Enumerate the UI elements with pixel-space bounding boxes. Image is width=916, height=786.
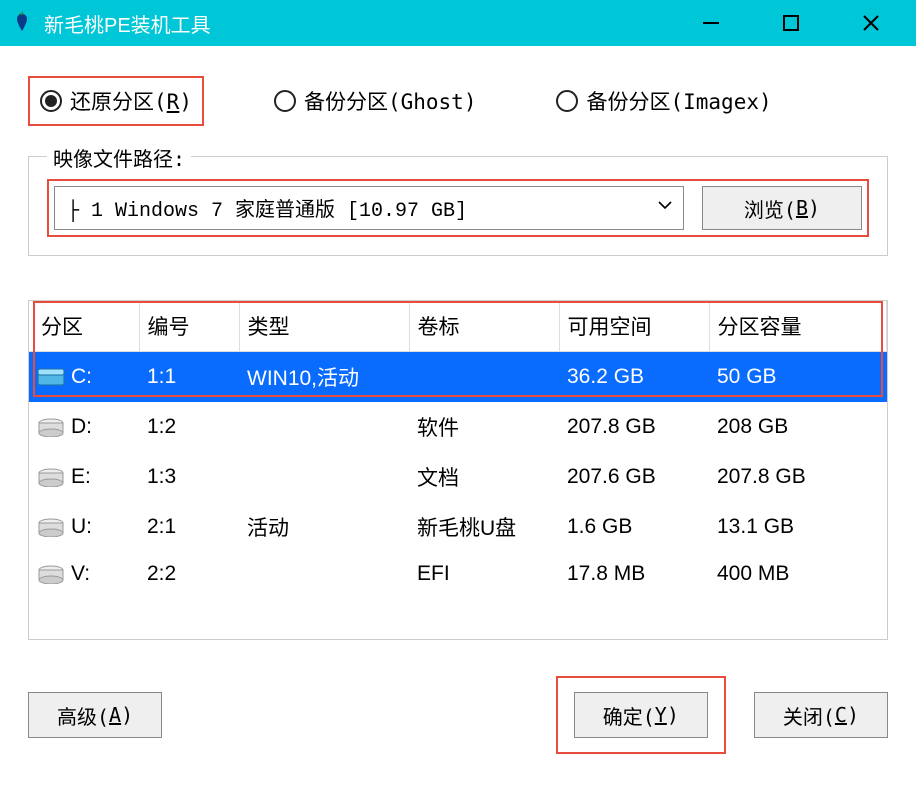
cell-label: 新毛桃U盘 <box>409 502 559 552</box>
table-header-row: 分区 编号 类型 卷标 可用空间 分区容量 <box>29 301 887 352</box>
titlebar: 新毛桃PE装机工具 <box>0 0 916 46</box>
partition-table-wrap: 分区 编号 类型 卷标 可用空间 分区容量 C: 1:1WIN10,活动 36.2 … <box>28 300 888 640</box>
window-title: 新毛桃PE装机工具 <box>44 9 696 38</box>
cell-capacity: 400 MB <box>709 552 887 596</box>
drive-letter: U: <box>71 515 92 539</box>
button-row: 高级(A) 确定(Y) 关闭(C) <box>28 676 888 754</box>
col-capacity[interactable]: 分区容量 <box>709 301 887 352</box>
cell-index: 1:2 <box>139 402 239 452</box>
cell-type: 活动 <box>239 502 409 552</box>
cell-capacity: 207.8 GB <box>709 452 887 502</box>
cell-index: 2:2 <box>139 552 239 596</box>
cell-free: 36.2 GB <box>559 352 709 403</box>
col-free[interactable]: 可用空间 <box>559 301 709 352</box>
table-row[interactable]: D: 1:2 软件207.8 GB208 GB <box>29 402 887 452</box>
cell-index: 2:1 <box>139 502 239 552</box>
browse-button[interactable]: 浏览(B) <box>702 186 862 230</box>
chevron-down-icon <box>657 197 673 219</box>
cell-type <box>239 552 409 596</box>
table-row[interactable]: C: 1:1WIN10,活动 36.2 GB50 GB <box>29 352 887 403</box>
col-partition[interactable]: 分区 <box>29 301 139 352</box>
radio-checked-icon <box>40 90 62 112</box>
cell-free: 1.6 GB <box>559 502 709 552</box>
cell-index: 1:1 <box>139 352 239 403</box>
col-label[interactable]: 卷标 <box>409 301 559 352</box>
minimize-button[interactable] <box>696 8 726 38</box>
cell-free: 207.6 GB <box>559 452 709 502</box>
table-row[interactable]: E: 1:3 文档207.6 GB207.8 GB <box>29 452 887 502</box>
radio-backup-ghost[interactable]: 备份分区(Ghost) <box>264 78 487 124</box>
cell-capacity: 208 GB <box>709 402 887 452</box>
radio-unchecked-icon <box>274 90 296 112</box>
drive-icon <box>37 467 65 487</box>
drive-letter: E: <box>71 465 91 489</box>
cell-index: 1:3 <box>139 452 239 502</box>
drive-letter: D: <box>71 415 92 439</box>
app-window: 新毛桃PE装机工具 还原分区(R) 备份分区(Ghost) <box>0 0 916 786</box>
table-row[interactable]: V: 2:2 EFI17.8 MB400 MB <box>29 552 887 596</box>
image-path-fieldset: 映像文件路径: ├ 1 Windows 7 家庭普通版 [10.97 GB] 浏… <box>28 156 888 256</box>
drive-icon <box>37 517 65 537</box>
close-app-button[interactable]: 关闭(C) <box>754 692 888 738</box>
cell-capacity: 13.1 GB <box>709 502 887 552</box>
radio-restore-partition[interactable]: 还原分区(R) <box>28 76 204 126</box>
drive-icon <box>37 417 65 437</box>
image-path-value: ├ 1 Windows 7 家庭普通版 [10.97 GB] <box>67 193 467 223</box>
cell-type <box>239 452 409 502</box>
app-logo-icon <box>10 11 34 35</box>
advanced-button[interactable]: 高级(A) <box>28 692 162 738</box>
drive-icon <box>37 564 65 584</box>
cell-type <box>239 402 409 452</box>
cell-free: 17.8 MB <box>559 552 709 596</box>
cell-label: EFI <box>409 552 559 596</box>
image-path-legend: 映像文件路径: <box>47 143 191 172</box>
cell-label <box>409 352 559 403</box>
cell-capacity: 50 GB <box>709 352 887 403</box>
cell-type: WIN10,活动 <box>239 352 409 403</box>
radio-unchecked-icon <box>556 90 578 112</box>
mode-radio-group: 还原分区(R) 备份分区(Ghost) 备份分区(Imagex) <box>28 76 888 126</box>
drive-letter: C: <box>71 365 92 389</box>
image-path-combobox[interactable]: ├ 1 Windows 7 家庭普通版 [10.97 GB] <box>54 186 684 230</box>
drive-icon <box>37 367 65 387</box>
partition-table: 分区 编号 类型 卷标 可用空间 分区容量 C: 1:1WIN10,活动 36.2 … <box>29 301 887 596</box>
drive-letter: V: <box>71 562 90 586</box>
ok-button[interactable]: 确定(Y) <box>574 692 708 738</box>
radio-backup-imagex[interactable]: 备份分区(Imagex) <box>546 78 781 124</box>
col-index[interactable]: 编号 <box>139 301 239 352</box>
cell-label: 文档 <box>409 452 559 502</box>
highlight-box: 确定(Y) <box>556 676 726 754</box>
col-type[interactable]: 类型 <box>239 301 409 352</box>
content-area: 还原分区(R) 备份分区(Ghost) 备份分区(Imagex) 映像文件路径:… <box>0 46 916 786</box>
cell-label: 软件 <box>409 402 559 452</box>
maximize-button[interactable] <box>776 8 806 38</box>
table-row[interactable]: U: 2:1活动新毛桃U盘1.6 GB13.1 GB <box>29 502 887 552</box>
cell-free: 207.8 GB <box>559 402 709 452</box>
close-button[interactable] <box>856 8 886 38</box>
